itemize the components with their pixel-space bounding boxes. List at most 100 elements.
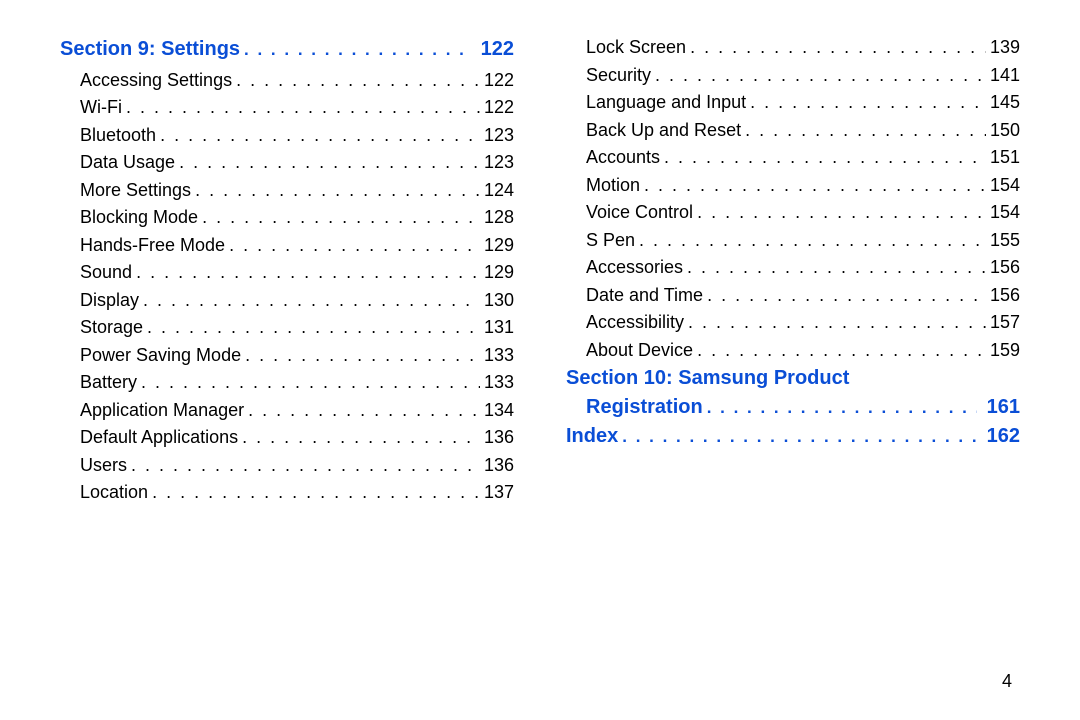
toc-entry[interactable]: Sound. . . . . . . . . . . . . . . . . .… xyxy=(60,263,514,281)
toc-entry-label: Sound xyxy=(80,263,132,281)
toc-entry[interactable]: Power Saving Mode. . . . . . . . . . . .… xyxy=(60,346,514,364)
section-heading-label: Index xyxy=(566,425,618,448)
leader-dots: . . . . . . . . . . . . . . . . . . . . … xyxy=(622,427,976,447)
toc-entry[interactable]: Default Applications. . . . . . . . . . … xyxy=(60,428,514,446)
toc-entry[interactable]: Accessibility. . . . . . . . . . . . . .… xyxy=(566,313,1020,331)
toc-entry-label: Date and Time xyxy=(586,286,703,304)
toc-entry-label: Data Usage xyxy=(80,153,175,171)
section-heading-page: 161 xyxy=(987,396,1020,419)
leader-dots: . . . . . . . . . . . . . . . . . . . . … xyxy=(697,341,986,359)
toc-entry-page: 159 xyxy=(990,341,1020,359)
toc-entry-label: S Pen xyxy=(586,231,635,249)
toc-entry[interactable]: Lock Screen. . . . . . . . . . . . . . .… xyxy=(566,38,1020,56)
toc-entry[interactable]: Battery. . . . . . . . . . . . . . . . .… xyxy=(60,373,514,391)
section-heading[interactable]: Section 9: Settings. . . . . . . . . . .… xyxy=(60,38,514,61)
leader-dots: . . . . . . . . . . . . . . . . . . . . … xyxy=(245,346,480,364)
leader-dots: . . . . . . . . . . . . . . . . . . . . … xyxy=(248,401,480,419)
toc-entry[interactable]: Users. . . . . . . . . . . . . . . . . .… xyxy=(60,456,514,474)
leader-dots: . . . . . . . . . . . . . . . . . . . . … xyxy=(229,236,480,254)
section-heading-page: 122 xyxy=(481,38,514,61)
toc-entry-page: 157 xyxy=(990,313,1020,331)
leader-dots: . . . . . . . . . . . . . . . . . . . . … xyxy=(195,181,480,199)
toc-entry-label: Accessibility xyxy=(586,313,684,331)
section-heading-line1: Section 10: Samsung Product xyxy=(566,367,1020,390)
toc-entry[interactable]: Blocking Mode. . . . . . . . . . . . . .… xyxy=(60,208,514,226)
leader-dots: . . . . . . . . . . . . . . . . . . . . … xyxy=(664,148,986,166)
leader-dots: . . . . . . . . . . . . . . . . . . . . … xyxy=(244,40,471,60)
leader-dots: . . . . . . . . . . . . . . . . . . . . … xyxy=(202,208,480,226)
leader-dots: . . . . . . . . . . . . . . . . . . . . … xyxy=(697,203,986,221)
toc-entry[interactable]: Display. . . . . . . . . . . . . . . . .… xyxy=(60,291,514,309)
toc-entry-page: 154 xyxy=(990,176,1020,194)
toc-entry-page: 136 xyxy=(484,456,514,474)
leader-dots: . . . . . . . . . . . . . . . . . . . . … xyxy=(687,258,986,276)
leader-dots: . . . . . . . . . . . . . . . . . . . . … xyxy=(141,373,480,391)
toc-entry[interactable]: Voice Control. . . . . . . . . . . . . .… xyxy=(566,203,1020,221)
toc-entry-label: Default Applications xyxy=(80,428,238,446)
toc-entry-label: Display xyxy=(80,291,139,309)
section-heading[interactable]: Section 10: Samsung ProductRegistration.… xyxy=(566,367,1020,419)
leader-dots: . . . . . . . . . . . . . . . . . . . . … xyxy=(707,286,986,304)
section-heading-page: 162 xyxy=(987,425,1020,448)
toc-entry[interactable]: Accessing Settings. . . . . . . . . . . … xyxy=(60,71,514,89)
toc-entry-label: Hands-Free Mode xyxy=(80,236,225,254)
toc-entry[interactable]: Bluetooth. . . . . . . . . . . . . . . .… xyxy=(60,126,514,144)
leader-dots: . . . . . . . . . . . . . . . . . . . . … xyxy=(690,38,986,56)
toc-entry-label: Bluetooth xyxy=(80,126,156,144)
toc-entry[interactable]: Back Up and Reset. . . . . . . . . . . .… xyxy=(566,121,1020,139)
toc-entry-page: 137 xyxy=(484,483,514,501)
toc-entry-page: 124 xyxy=(484,181,514,199)
leader-dots: . . . . . . . . . . . . . . . . . . . . … xyxy=(126,98,480,116)
toc-entry-label: Accounts xyxy=(586,148,660,166)
toc-entry[interactable]: Accessories. . . . . . . . . . . . . . .… xyxy=(566,258,1020,276)
leader-dots: . . . . . . . . . . . . . . . . . . . . … xyxy=(131,456,480,474)
toc-entry[interactable]: About Device. . . . . . . . . . . . . . … xyxy=(566,341,1020,359)
toc-entry-page: 156 xyxy=(990,286,1020,304)
toc-entry[interactable]: Accounts. . . . . . . . . . . . . . . . … xyxy=(566,148,1020,166)
toc-entry[interactable]: Application Manager. . . . . . . . . . .… xyxy=(60,401,514,419)
toc-entry-label: Wi-Fi xyxy=(80,98,122,116)
toc-entry[interactable]: Data Usage. . . . . . . . . . . . . . . … xyxy=(60,153,514,171)
leader-dots: . . . . . . . . . . . . . . . . . . . . … xyxy=(160,126,480,144)
toc-entry-page: 134 xyxy=(484,401,514,419)
column-right: Lock Screen. . . . . . . . . . . . . . .… xyxy=(566,38,1020,501)
toc-entry-label: Power Saving Mode xyxy=(80,346,241,364)
toc-entry[interactable]: Storage. . . . . . . . . . . . . . . . .… xyxy=(60,318,514,336)
toc-entry-page: 133 xyxy=(484,346,514,364)
leader-dots: . . . . . . . . . . . . . . . . . . . . … xyxy=(750,93,986,111)
toc-entry-page: 145 xyxy=(990,93,1020,111)
columns: Section 9: Settings. . . . . . . . . . .… xyxy=(60,38,1020,501)
toc-entry-page: 122 xyxy=(484,98,514,116)
toc-entry-page: 131 xyxy=(484,318,514,336)
toc-entry[interactable]: Wi-Fi. . . . . . . . . . . . . . . . . .… xyxy=(60,98,514,116)
toc-entry[interactable]: Location. . . . . . . . . . . . . . . . … xyxy=(60,483,514,501)
toc-entry-page: 133 xyxy=(484,373,514,391)
toc-entry-page: 129 xyxy=(484,263,514,281)
toc-entry[interactable]: Security. . . . . . . . . . . . . . . . … xyxy=(566,66,1020,84)
leader-dots: . . . . . . . . . . . . . . . . . . . . … xyxy=(655,66,986,84)
leader-dots: . . . . . . . . . . . . . . . . . . . . … xyxy=(688,313,986,331)
section-heading[interactable]: Index. . . . . . . . . . . . . . . . . .… xyxy=(566,425,1020,448)
leader-dots: . . . . . . . . . . . . . . . . . . . . … xyxy=(644,176,986,194)
toc-entry[interactable]: S Pen. . . . . . . . . . . . . . . . . .… xyxy=(566,231,1020,249)
toc-entry-page: 128 xyxy=(484,208,514,226)
toc-entry[interactable]: More Settings. . . . . . . . . . . . . .… xyxy=(60,181,514,199)
leader-dots: . . . . . . . . . . . . . . . . . . . . … xyxy=(242,428,480,446)
leader-dots: . . . . . . . . . . . . . . . . . . . . … xyxy=(152,483,480,501)
toc-entry[interactable]: Language and Input. . . . . . . . . . . … xyxy=(566,93,1020,111)
toc-entry-page: 141 xyxy=(990,66,1020,84)
toc-entry[interactable]: Motion. . . . . . . . . . . . . . . . . … xyxy=(566,176,1020,194)
toc-entry-label: Lock Screen xyxy=(586,38,686,56)
toc-page: Section 9: Settings. . . . . . . . . . .… xyxy=(0,0,1080,720)
toc-entry-label: Battery xyxy=(80,373,137,391)
toc-entry-page: 155 xyxy=(990,231,1020,249)
section-heading-label: Section 9: Settings xyxy=(60,38,240,61)
toc-entry-page: 150 xyxy=(990,121,1020,139)
toc-entry-label: Users xyxy=(80,456,127,474)
toc-entry[interactable]: Date and Time. . . . . . . . . . . . . .… xyxy=(566,286,1020,304)
leader-dots: . . . . . . . . . . . . . . . . . . . . … xyxy=(745,121,986,139)
toc-entry-label: Security xyxy=(586,66,651,84)
toc-entry-label: Accessing Settings xyxy=(80,71,232,89)
toc-entry[interactable]: Hands-Free Mode. . . . . . . . . . . . .… xyxy=(60,236,514,254)
leader-dots: . . . . . . . . . . . . . . . . . . . . … xyxy=(236,71,480,89)
